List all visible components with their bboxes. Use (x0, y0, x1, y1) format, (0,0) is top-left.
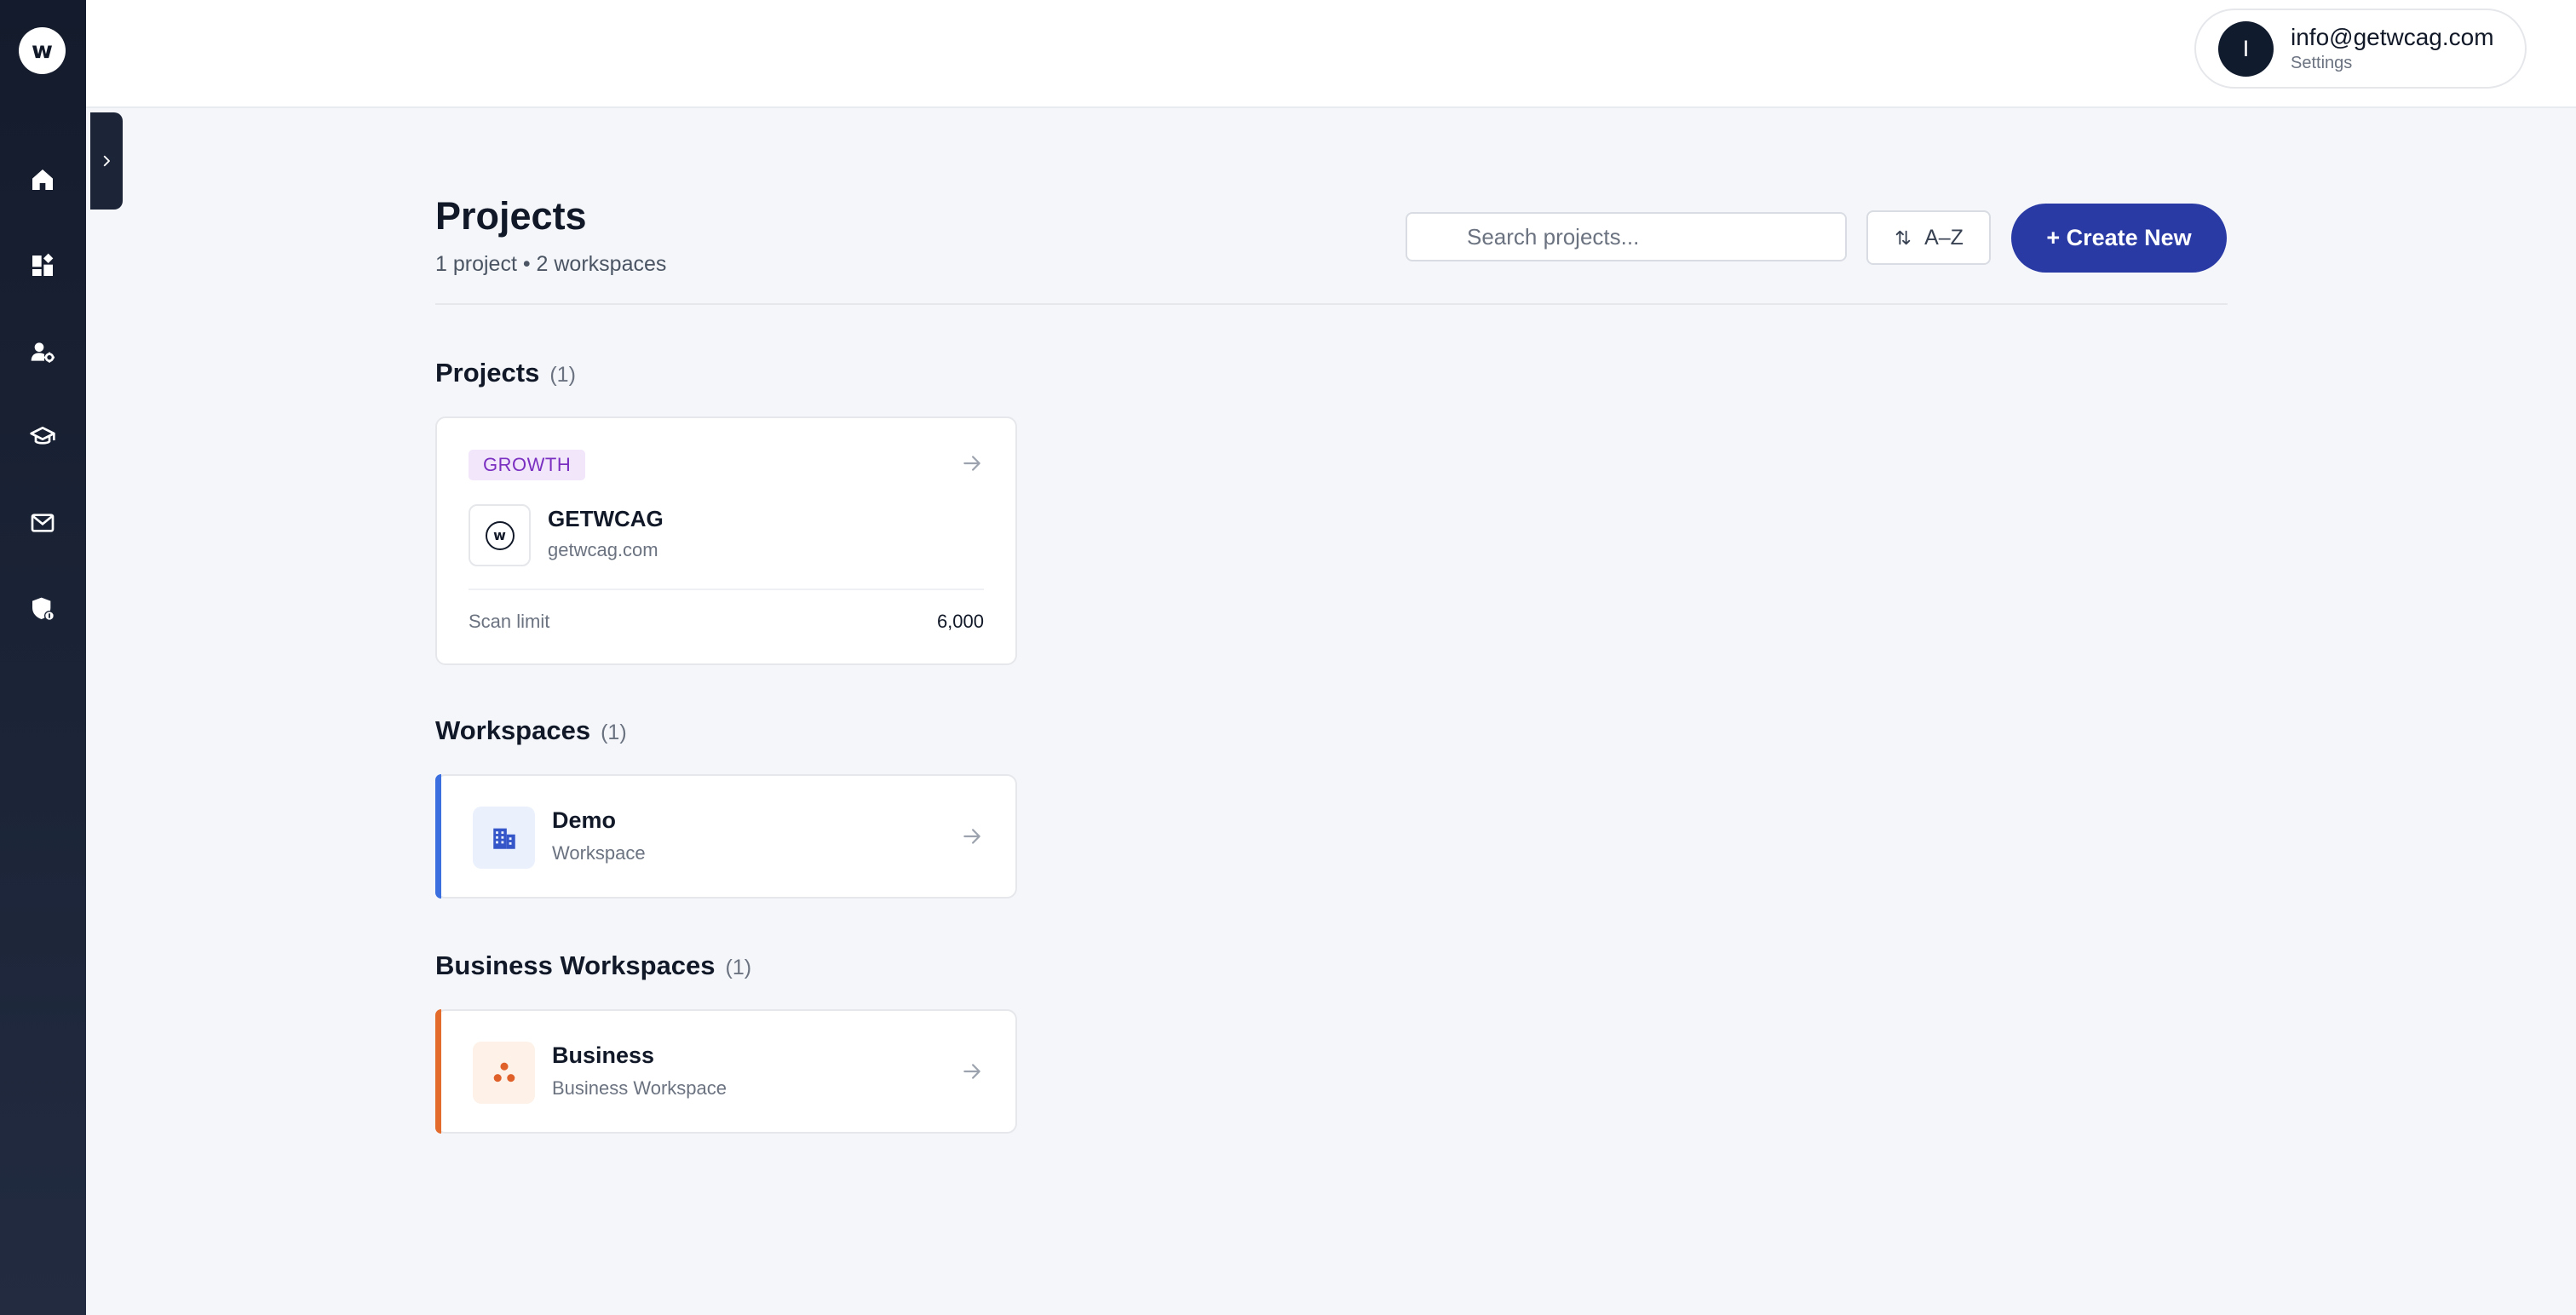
workspace-name: Demo (552, 807, 617, 833)
graduation-cap-icon[interactable] (26, 420, 60, 454)
app-logo-letter: w (32, 37, 53, 64)
projects-section-count: (1) (549, 363, 576, 387)
arrow-right-icon (963, 456, 980, 471)
page-subtitle: 1 project • 2 workspaces (435, 252, 667, 276)
business-workspace-card[interactable]: Business Business Workspace (435, 1009, 1017, 1134)
user-email: info@getwcag.com (2291, 24, 2494, 50)
user-info: info@getwcag.com Settings (2291, 23, 2494, 74)
page-title: Projects (435, 194, 587, 238)
projects-section-title: Projects (1) (435, 358, 576, 388)
projects-section-label: Projects (435, 358, 540, 388)
business-workspaces-section-title: Business Workspaces (1) (435, 950, 751, 981)
create-new-button[interactable]: + Create New (2011, 204, 2227, 273)
business-workspace-name: Business (552, 1042, 655, 1068)
header-divider (435, 303, 2228, 305)
sort-button[interactable]: A–Z (1866, 210, 1991, 265)
user-settings-link: Settings (2291, 54, 2353, 72)
arrow-right-icon (963, 829, 980, 844)
project-domain: getwcag.com (548, 539, 658, 560)
user-menu[interactable]: I info@getwcag.com Settings (2194, 9, 2527, 89)
avatar: I (2218, 20, 2274, 77)
mail-icon[interactable] (26, 506, 60, 540)
chevron-right-icon (103, 155, 110, 167)
business-workspaces-section-count: (1) (725, 956, 752, 979)
business-accent-bar (435, 1009, 441, 1134)
project-name: GETWCAG (548, 506, 664, 531)
workspace-card[interactable]: Demo Workspace (435, 774, 1017, 899)
scan-limit-label: Scan limit (469, 611, 550, 632)
user-settings-icon[interactable] (26, 335, 60, 369)
sidebar: w (0, 0, 86, 1315)
project-logo: w (469, 504, 531, 566)
sort-label: A–Z (1924, 225, 1964, 250)
workspaces-section-label: Workspaces (435, 715, 591, 745)
sort-arrows-icon (1895, 230, 1911, 245)
workspaces-section-count: (1) (601, 721, 627, 744)
workspace-type: Workspace (552, 842, 646, 864)
dashboard-icon[interactable] (26, 249, 60, 283)
scan-limit-value: 6,000 (936, 611, 984, 632)
building-icon (473, 807, 535, 869)
business-workspaces-section-label: Business Workspaces (435, 950, 716, 980)
arrow-right-icon (963, 1064, 980, 1079)
project-card[interactable]: GROWTH w GETWCAG getwcag.com Scan limit … (435, 416, 1017, 665)
search-input[interactable] (1406, 212, 1847, 261)
business-workspace-type: Business Workspace (552, 1077, 727, 1099)
sidebar-expand-button[interactable] (90, 112, 123, 210)
card-divider (469, 589, 984, 590)
app-logo[interactable]: w (19, 27, 66, 74)
dots-cluster-icon (473, 1042, 535, 1104)
workspace-accent-bar (435, 774, 441, 899)
plan-badge: GROWTH (469, 450, 586, 480)
home-icon[interactable] (26, 163, 60, 197)
workspaces-section-title: Workspaces (1) (435, 715, 627, 746)
shield-icon[interactable] (26, 592, 60, 626)
project-logo-letter: w (485, 520, 515, 550)
top-bar: I info@getwcag.com Settings (86, 0, 2576, 108)
